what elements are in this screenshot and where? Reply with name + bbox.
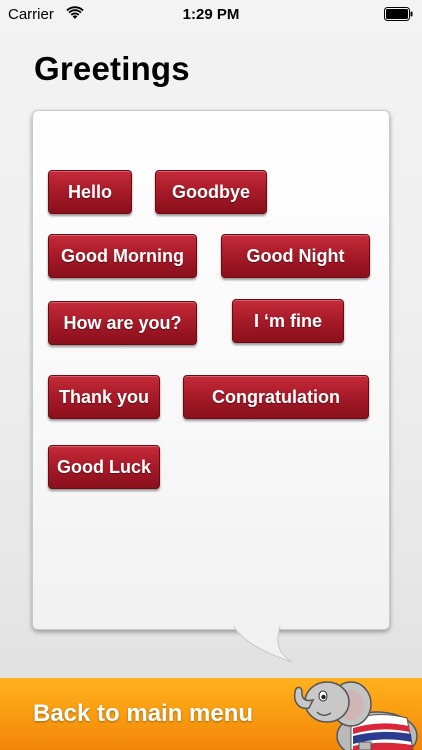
elephant-icon <box>293 681 418 750</box>
battery-icon <box>384 7 414 21</box>
status-time: 1:29 PM <box>182 6 240 23</box>
back-to-main-menu-label: Back to main menu <box>33 700 254 727</box>
page-title: Greetings <box>34 50 190 87</box>
phrase-button-how-are-you[interactable]: How are you? <box>48 301 197 345</box>
status-bar: Carrier 1:29 PM <box>0 0 422 30</box>
phrase-button-good-luck[interactable]: Good Luck <box>48 445 160 489</box>
phrase-button-hello[interactable]: Hello <box>48 170 132 214</box>
phrase-button-good-night[interactable]: Good Night <box>221 234 370 278</box>
phrase-button-goodbye[interactable]: Goodbye <box>155 170 267 214</box>
phrase-button-im-fine[interactable]: I ‘m fine <box>232 299 344 343</box>
phrase-button-good-morning[interactable]: Good Morning <box>48 234 197 278</box>
phrase-button-congratulation[interactable]: Congratulation <box>183 375 369 419</box>
phrase-button-thank-you[interactable]: Thank you <box>48 375 160 419</box>
